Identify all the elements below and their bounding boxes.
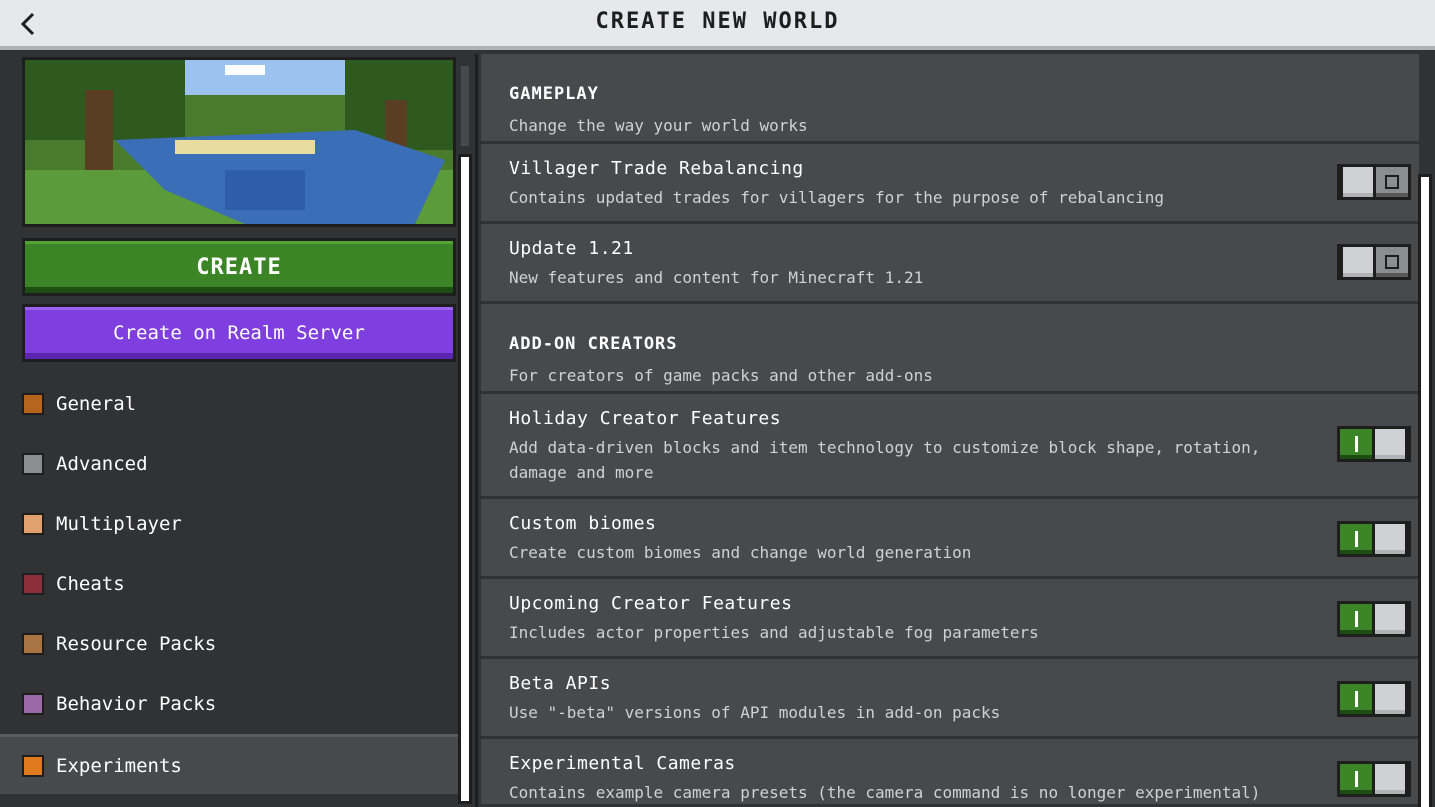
experiment-row: Upcoming Creator Features Includes actor…: [481, 579, 1419, 659]
world-preview-image: [22, 57, 456, 227]
experiment-title: Update 1.21: [509, 238, 634, 259]
section-subtitle: For creators of game packs and other add…: [509, 366, 933, 385]
sidebar-item-label: Behavior Packs: [56, 693, 217, 715]
experiment-description: Contains updated trades for villagers fo…: [509, 188, 1165, 207]
experiment-title: Holiday Creator Features: [509, 408, 782, 429]
sidebar-item-label: General: [56, 393, 137, 415]
section-subtitle: Change the way your world works: [509, 116, 808, 135]
experiment-title: Custom biomes: [509, 513, 657, 534]
off-indicator-icon: [1385, 255, 1399, 269]
toggle-knob: [1340, 164, 1376, 200]
toggle-knob: [1372, 521, 1408, 557]
experiment-row: Custom biomes Create custom biomes and c…: [481, 499, 1419, 579]
sidebar-item-label: Cheats: [56, 573, 125, 595]
sidebar-item-resource-packs[interactable]: Resource Packs: [0, 614, 458, 674]
sidebar-item-multiplayer[interactable]: Multiplayer: [0, 494, 458, 554]
experiment-description: Create custom biomes and change world ge…: [509, 543, 972, 562]
left-panel: CREATE Create on Realm Server General Ad…: [0, 54, 478, 807]
sidebar-item-label: Experiments: [56, 754, 182, 777]
title-bar: CREATE NEW WORLD: [0, 0, 1435, 50]
custom-biomes-toggle[interactable]: [1337, 521, 1411, 557]
experiment-row: Experimental Cameras Contains example ca…: [481, 739, 1419, 807]
experiment-description: Add data-driven blocks and item technolo…: [509, 438, 1261, 482]
section-header-add-on-creators: ADD-ON CREATORS For creators of game pac…: [481, 304, 1419, 394]
upcoming-creator-features-toggle[interactable]: [1337, 601, 1411, 637]
experiment-title: Upcoming Creator Features: [509, 593, 793, 614]
experiment-description: Use "-beta" versions of API modules in a…: [509, 703, 1001, 722]
holiday-creator-features-toggle[interactable]: [1337, 426, 1411, 462]
update-1-21-toggle[interactable]: [1337, 244, 1411, 280]
toggle-knob: [1340, 244, 1376, 280]
toggle-knob: [1372, 601, 1408, 637]
experiment-title: Experimental Cameras: [509, 753, 736, 774]
experiment-row: Holiday Creator Features Add data-driven…: [481, 394, 1419, 499]
create-on-realm-button[interactable]: Create on Realm Server: [22, 304, 456, 362]
gear-icon: [22, 393, 44, 415]
beta-apis-toggle[interactable]: [1337, 681, 1411, 717]
experiment-row: Update 1.21 New features and content for…: [481, 224, 1419, 304]
chest-icon: [22, 453, 44, 475]
experiment-description: New features and content for Minecraft 1…: [509, 268, 924, 287]
left-scrollbar-track: [461, 66, 469, 146]
left-scrollbar-thumb[interactable]: [458, 154, 472, 804]
sidebar-item-label: Multiplayer: [56, 513, 182, 535]
sidebar-item-label: Advanced: [56, 453, 148, 475]
experiment-row: Beta APIs Use "-beta" versions of API mo…: [481, 659, 1419, 739]
on-indicator-icon: [1354, 436, 1358, 452]
command-block-icon: [22, 573, 44, 595]
player-face-icon: [22, 513, 44, 535]
on-indicator-icon: [1354, 691, 1358, 707]
sidebar-item-experiments[interactable]: Experiments: [0, 734, 458, 794]
experiment-title: Villager Trade Rebalancing: [509, 158, 804, 179]
resource-pack-icon: [22, 633, 44, 655]
sidebar-item-general[interactable]: General: [0, 374, 458, 434]
section-header-gameplay: GAMEPLAY Change the way your world works: [481, 54, 1419, 144]
experiment-row: Villager Trade Rebalancing Contains upda…: [481, 144, 1419, 224]
toggle-knob: [1372, 681, 1408, 717]
sidebar-item-behavior-packs[interactable]: Behavior Packs: [0, 674, 458, 734]
toggle-knob: [1372, 426, 1408, 462]
experiments-icon: [22, 754, 44, 777]
villager-trade-rebalancing-toggle[interactable]: [1337, 164, 1411, 200]
experimental-cameras-toggle[interactable]: [1337, 761, 1411, 797]
experiment-description: Contains example camera presets (the cam…: [509, 783, 1261, 802]
section-title: GAMEPLAY: [509, 84, 599, 104]
off-indicator-icon: [1385, 175, 1399, 189]
section-title: ADD-ON CREATORS: [509, 334, 678, 354]
on-indicator-icon: [1354, 611, 1358, 627]
create-button[interactable]: CREATE: [22, 238, 456, 296]
sidebar-item-label: Resource Packs: [56, 633, 217, 655]
right-scrollbar-thumb[interactable]: [1418, 174, 1432, 807]
toggle-knob: [1372, 761, 1408, 797]
behavior-pack-icon: [22, 693, 44, 715]
experiment-description: Includes actor properties and adjustable…: [509, 623, 1039, 642]
experiment-title: Beta APIs: [509, 673, 612, 694]
on-indicator-icon: [1354, 771, 1358, 787]
sidebar-item-cheats[interactable]: Cheats: [0, 554, 458, 614]
sidebar-item-advanced[interactable]: Advanced: [0, 434, 458, 494]
experiments-panel: GAMEPLAY Change the way your world works…: [481, 54, 1435, 807]
page-title: CREATE NEW WORLD: [595, 9, 840, 34]
on-indicator-icon: [1354, 531, 1358, 547]
